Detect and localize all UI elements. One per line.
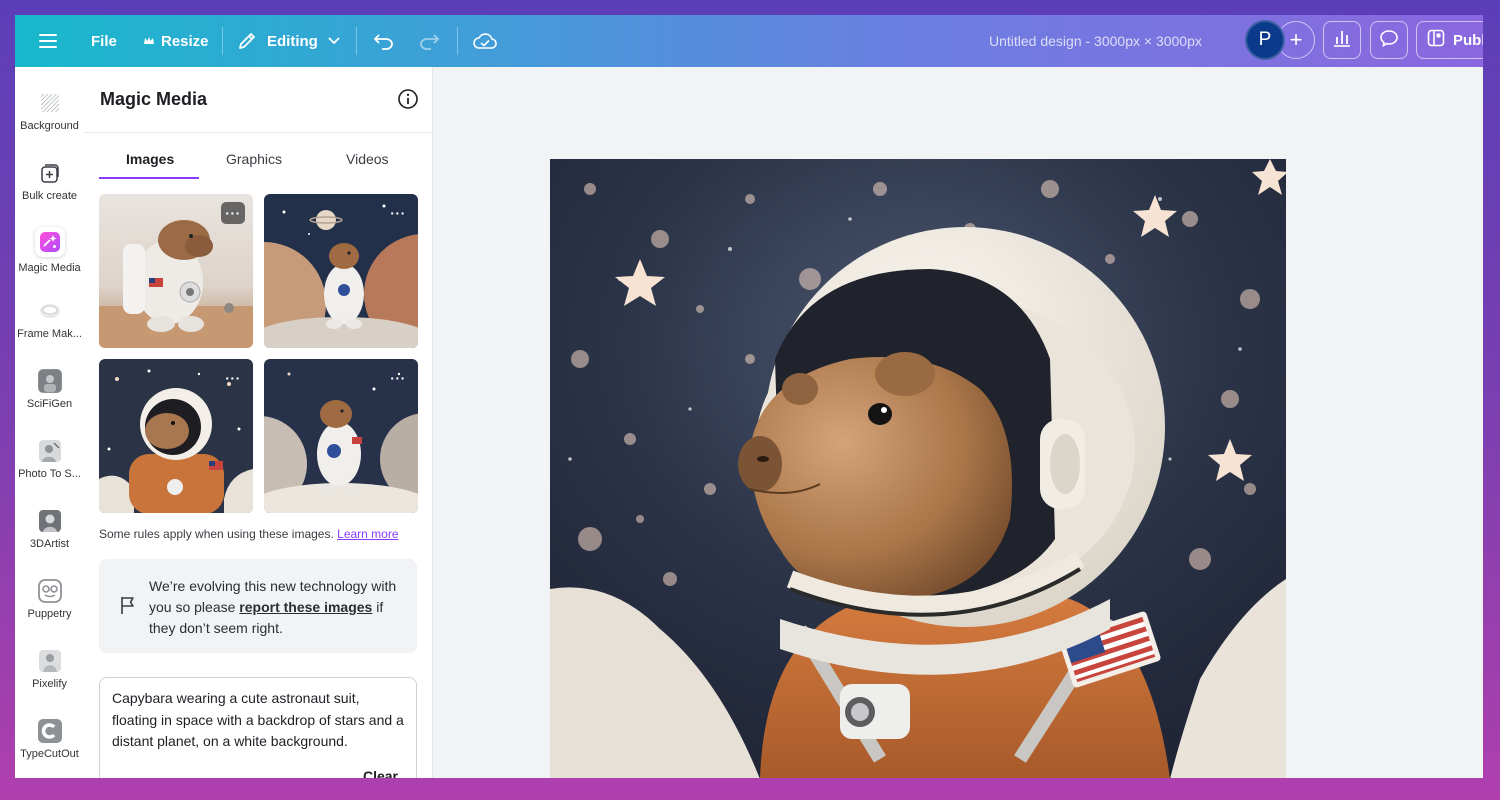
rail-label: Pixelify <box>32 678 67 690</box>
plus-icon: + <box>1289 27 1303 52</box>
3dartist-icon <box>38 509 62 533</box>
rail-label: SciFiGen <box>26 398 73 410</box>
rail-label: Bulk create <box>21 190 78 202</box>
rail-item-puppetry[interactable]: Puppetry <box>15 569 84 635</box>
flag-icon <box>119 595 137 620</box>
rail-item-scifigen[interactable]: SciFiGen <box>15 359 84 425</box>
menu-button[interactable] <box>39 15 59 67</box>
rail-label: 3DArtist <box>29 538 70 550</box>
bulk-create-icon <box>38 161 62 185</box>
frame-maker-icon <box>38 299 62 323</box>
editing-label: Editing <box>267 32 318 50</box>
design-title[interactable]: Untitled design - 3000px × 3000px <box>989 15 1202 67</box>
publish-icon <box>1427 29 1445 51</box>
magic-media-icon <box>34 227 65 257</box>
more-options-button[interactable]: ··· <box>386 367 410 389</box>
cloud-check-icon <box>473 32 497 50</box>
feedback-notice: We’re evolving this new technology with … <box>99 559 417 653</box>
puppetry-icon <box>37 579 62 603</box>
result-image-2[interactable]: ··· <box>264 194 418 348</box>
tab-videos[interactable]: Videos <box>346 151 389 167</box>
rail-item-pixelify[interactable]: Pixelify <box>15 639 84 705</box>
rail-label: TypeCutOut <box>20 748 79 760</box>
result-image-4[interactable]: ··· <box>264 359 418 513</box>
hamburger-icon <box>39 33 59 49</box>
top-bar: File Resize Editing Untitled design - 30… <box>15 15 1483 67</box>
publish-button[interactable]: Publish <box>1416 21 1483 59</box>
background-icon <box>38 91 62 115</box>
result-image-1[interactable]: ··· <box>99 194 253 348</box>
resize-button[interactable]: Resize <box>143 15 209 67</box>
prompt-input[interactable]: Capybara wearing a cute astronaut suit, … <box>99 677 417 778</box>
magic-media-panel: Magic Media Images Graphics Videos ··· ·… <box>84 67 433 778</box>
rail-label: Background <box>20 120 79 132</box>
cloud-save-button[interactable] <box>473 15 497 67</box>
avatar[interactable]: P <box>1245 20 1285 60</box>
publish-label: Publish <box>1453 31 1483 49</box>
redo-icon <box>418 32 440 50</box>
rail-item-frame-maker[interactable]: Frame Mak... <box>15 289 84 355</box>
redo-button[interactable] <box>418 15 440 67</box>
rail-item-magic-media[interactable]: Magic Media <box>15 217 84 283</box>
more-options-button[interactable]: ··· <box>221 367 245 389</box>
rail-label: Magic Media <box>18 262 81 274</box>
crown-icon <box>143 35 155 47</box>
insights-button[interactable] <box>1323 21 1361 59</box>
undo-icon <box>373 32 395 50</box>
clear-button[interactable]: Clear <box>363 768 398 778</box>
pencil-icon <box>237 31 257 51</box>
comments-button[interactable] <box>1370 21 1408 59</box>
prompt-text: Capybara wearing a cute astronaut suit, … <box>112 690 404 749</box>
bar-chart-icon <box>1332 28 1352 53</box>
rail-item-bulk-create[interactable]: Bulk create <box>15 151 84 217</box>
info-icon[interactable] <box>397 88 419 110</box>
design-canvas-image[interactable] <box>550 159 1286 778</box>
app-rail: Background Bulk create Magic Media Frame… <box>15 67 84 778</box>
report-images-link[interactable]: report these images <box>239 599 372 615</box>
more-options-button[interactable]: ··· <box>386 202 410 224</box>
resize-label: Resize <box>161 32 209 50</box>
panel-title: Magic Media <box>100 89 208 109</box>
rail-label: Puppetry <box>27 608 72 620</box>
usage-rules-text: Some rules apply when using these images… <box>99 527 399 541</box>
photo-to-sketch-icon <box>38 439 62 463</box>
file-menu[interactable]: File <box>91 15 117 67</box>
rules-text: Some rules apply when using these images… <box>99 527 334 541</box>
learn-more-link[interactable]: Learn more <box>337 527 398 541</box>
rail-item-typecutout[interactable]: TypeCutOut <box>15 709 84 775</box>
chevron-down-icon <box>328 37 340 45</box>
rail-item-background[interactable]: Background <box>15 81 84 147</box>
editing-mode-button[interactable]: Editing <box>237 15 340 67</box>
notice-text: We’re evolving this new technology with … <box>149 578 397 636</box>
scifigen-icon <box>37 369 62 393</box>
tab-images[interactable]: Images <box>126 151 174 167</box>
tab-graphics[interactable]: Graphics <box>226 151 282 167</box>
active-tab-indicator <box>99 177 199 179</box>
rail-item-3dartist[interactable]: 3DArtist <box>15 499 84 565</box>
more-options-button[interactable]: ··· <box>221 202 245 224</box>
comment-icon <box>1379 28 1399 53</box>
canva-window: File Resize Editing Untitled design - 30… <box>15 15 1483 778</box>
pixelify-icon <box>38 649 62 673</box>
undo-button[interactable] <box>373 15 395 67</box>
rail-label: Frame Mak... <box>17 328 82 340</box>
rail-item-photo-to-sketch[interactable]: Photo To S... <box>15 429 84 495</box>
typecutout-icon <box>37 719 62 743</box>
result-image-3[interactable]: ··· <box>99 359 253 513</box>
rail-label: Photo To S... <box>18 468 81 480</box>
